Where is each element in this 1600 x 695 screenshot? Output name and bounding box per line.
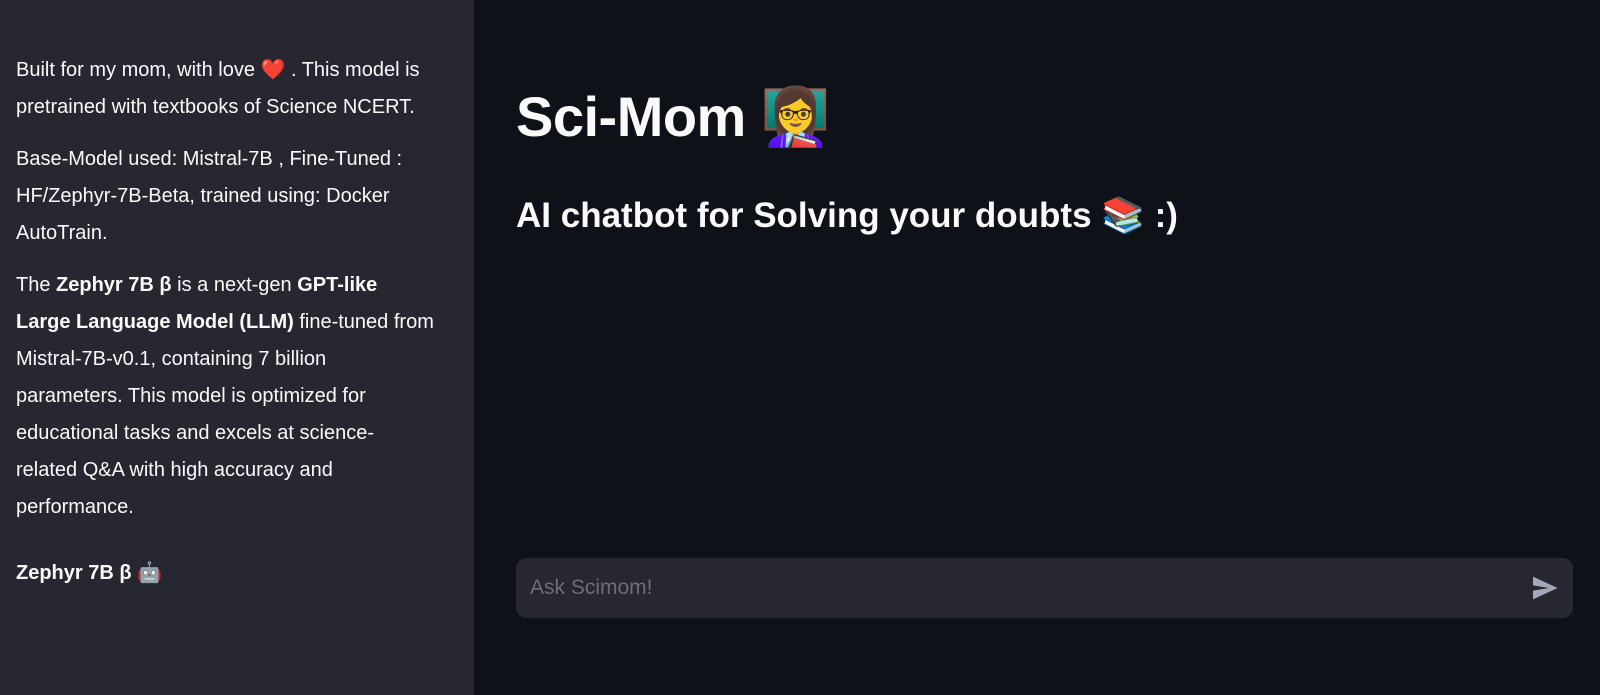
send-button[interactable] [1529,572,1561,604]
sidebar: Built for my mom, with love ❤️ . This mo… [0,0,474,695]
sidebar-intro: Built for my mom, with love ❤️ . This mo… [16,59,420,118]
main-content: Sci-Mom 👩‍🏫 AI chatbot for Solving your … [474,0,1600,695]
model-title-text: Zephyr 7B β [16,562,132,584]
books-icon: 📚 [1101,196,1145,236]
desc-text-3: fine-tuned from Mistral-7B-v0.1, contain… [16,311,434,518]
app: Built for my mom, with love ❤️ . This mo… [0,0,1600,695]
sidebar-description: The Zephyr 7B β is a next-gen GPT-like L… [16,267,434,526]
desc-bold-model: Zephyr 7B β [56,274,172,296]
send-arrow-icon [1533,576,1558,600]
sidebar-base-model: Base-Model used: Mistral-7B , Fine-Tuned… [16,148,403,244]
chat-input[interactable] [516,558,1496,618]
page-title: Sci-Mom 👩‍🏫 [516,78,831,157]
desc-text-1: The [16,274,57,296]
subtitle-suffix: :) [1154,196,1178,235]
desc-text-2: is a next-gen [171,274,298,296]
chat-input-container [516,558,1573,618]
page-title-text: Sci-Mom [516,85,746,148]
robot-icon: 🤖 [137,560,163,584]
page-subtitle: AI chatbot for Solving your doubts 📚 :) [516,190,1178,242]
sidebar-model-title: Zephyr 7B β 🤖 [16,554,434,592]
page-subtitle-text: AI chatbot for Solving your doubts [516,196,1092,235]
teacher-icon: 👩‍🏫 [760,85,831,150]
